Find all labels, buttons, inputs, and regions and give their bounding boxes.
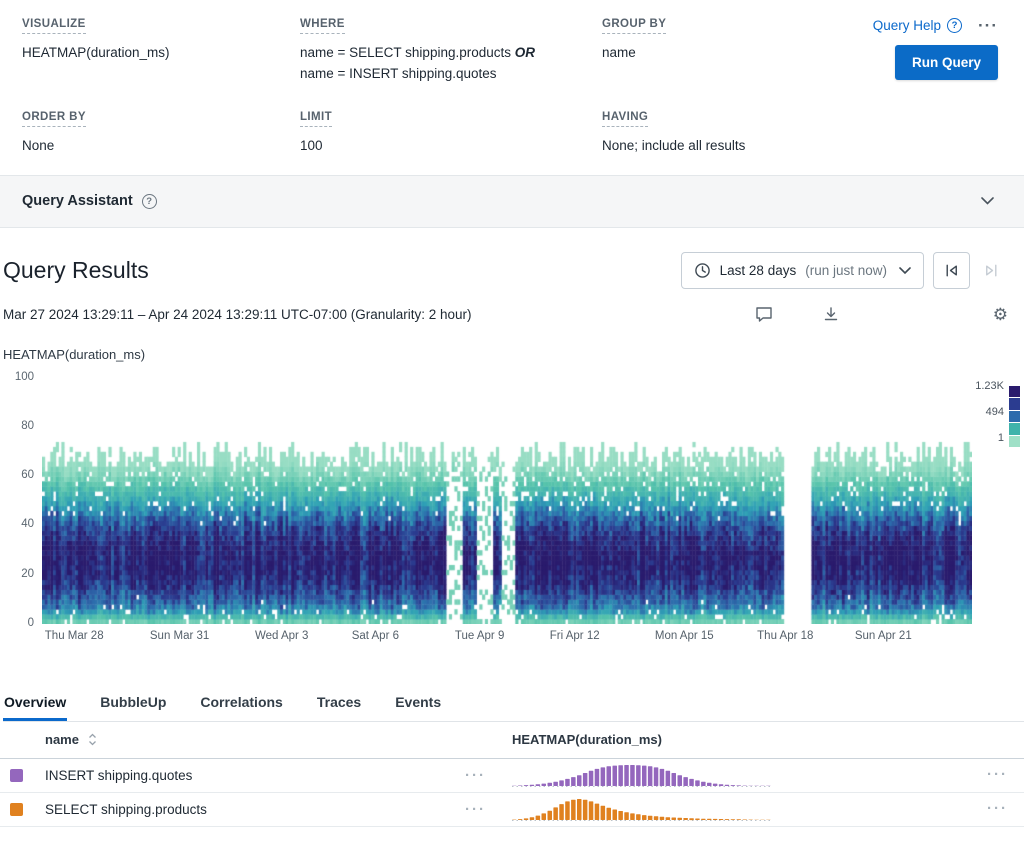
query-help-label: Query Help: [873, 18, 941, 33]
visualize-label: VISUALIZE: [22, 18, 300, 34]
where-operator: OR: [515, 45, 535, 60]
y-axis-label: 40: [0, 518, 34, 530]
row-menu-icon[interactable]: ···: [987, 800, 1008, 817]
having-value[interactable]: None; include all results: [602, 136, 860, 157]
row-name: INSERT shipping.quotes: [45, 768, 192, 783]
y-axis-label: 0: [0, 617, 34, 629]
heatmap-chart: 1.23K4941 100806040200: [0, 378, 1024, 624]
date-range-row: Mar 27 2024 13:29:11 – Apr 24 2024 13:29…: [3, 304, 1010, 325]
tab-bubbleup[interactable]: BubbleUp: [99, 694, 167, 721]
table-row[interactable]: INSERT shipping.quotes ··· ···: [0, 759, 1024, 793]
limit-value[interactable]: 100: [300, 136, 602, 157]
where-label: WHERE: [300, 18, 602, 34]
time-range-note: (run just now): [805, 263, 887, 278]
clause-limit[interactable]: LIMIT 100: [300, 111, 602, 157]
clause-visualize[interactable]: VISUALIZE HEATMAP(duration_ms): [22, 18, 300, 85]
legend-swatches: [1009, 380, 1020, 448]
where-line2: name = INSERT shipping.quotes: [300, 66, 497, 81]
clause-having[interactable]: HAVING None; include all results: [602, 111, 860, 157]
y-axis-label: 80: [0, 420, 34, 432]
chart-title: HEATMAP(duration_ms): [3, 347, 1024, 362]
run-query-button[interactable]: Run Query: [895, 45, 998, 80]
sort-icon[interactable]: [88, 733, 97, 746]
table-row[interactable]: SELECT shipping.products ··· ···: [0, 793, 1024, 827]
results-table: name HEATMAP(duration_ms) INSERT shippin…: [0, 722, 1024, 827]
x-axis-label: Sat Apr 6: [352, 630, 399, 642]
row-options-icon[interactable]: ···: [465, 801, 486, 818]
chevron-down-icon[interactable]: [981, 192, 994, 210]
limit-label: LIMIT: [300, 111, 602, 127]
x-axis-labels: Thu Mar 28 Sun Mar 31 Wed Apr 3 Sat Apr 6 Tu…: [42, 624, 972, 644]
more-options-icon[interactable]: ···: [978, 21, 998, 31]
clause-where[interactable]: WHERE name = SELECT shipping.products OR…: [300, 18, 602, 85]
chevron-down-icon: [899, 263, 911, 278]
tab-events[interactable]: Events: [394, 694, 442, 721]
x-axis-label: Thu Mar 28: [45, 630, 104, 642]
previous-query-icon: [942, 261, 961, 280]
x-axis-label: Sun Apr 21: [855, 630, 912, 642]
gear-icon: ⚙: [993, 306, 1008, 323]
help-icon: ?: [947, 18, 962, 33]
time-range-label: Last 28 days: [720, 263, 797, 278]
query-actions: Query Help ? ··· Run Query: [860, 18, 998, 85]
row-histogram: [512, 795, 812, 823]
next-query-icon: [982, 261, 1001, 280]
legend-labels: 1.23K4941: [975, 380, 1004, 444]
clock-icon: [694, 262, 711, 279]
y-axis-label: 100: [0, 371, 34, 383]
clause-group-by[interactable]: GROUP BY name: [602, 18, 860, 85]
group-by-value[interactable]: name: [602, 43, 860, 64]
page-title: Query Results: [3, 257, 681, 284]
assistant-help-icon: ?: [142, 194, 157, 209]
download-button[interactable]: [821, 304, 841, 324]
x-axis-label: Tue Apr 9: [455, 630, 504, 642]
order-by-label: ORDER BY: [22, 111, 300, 127]
download-icon: [823, 306, 839, 322]
series-swatch: [10, 803, 23, 816]
date-range-text: Mar 27 2024 13:29:11 – Apr 24 2024 13:29…: [3, 307, 472, 322]
tab-correlations[interactable]: Correlations: [199, 694, 283, 721]
having-label: HAVING: [602, 111, 860, 127]
tab-overview[interactable]: Overview: [3, 694, 67, 721]
previous-query-button[interactable]: [933, 252, 970, 289]
results-header: Query Results Last 28 days (run just now…: [3, 252, 1010, 289]
group-by-label: GROUP BY: [602, 18, 860, 34]
comment-button[interactable]: [753, 304, 775, 325]
row-menu-icon[interactable]: ···: [987, 766, 1008, 783]
x-axis-label: Fri Apr 12: [550, 630, 600, 642]
x-axis-label: Mon Apr 15: [655, 630, 714, 642]
table-header-row: name HEATMAP(duration_ms): [0, 722, 1024, 759]
x-axis-label: Sun Mar 31: [150, 630, 209, 642]
row-options-icon[interactable]: ···: [465, 767, 486, 784]
column-header-name[interactable]: name: [45, 732, 79, 747]
y-axis-label: 60: [0, 469, 34, 481]
comment-icon: [755, 306, 773, 323]
clause-order-by[interactable]: ORDER BY None: [22, 111, 300, 157]
x-axis-label: Wed Apr 3: [255, 630, 309, 642]
order-by-value[interactable]: None: [22, 136, 300, 157]
x-axis-label: Thu Apr 18: [757, 630, 813, 642]
heatmap-legend: 1.23K4941: [975, 380, 1020, 448]
where-value[interactable]: name = SELECT shipping.products OR name …: [300, 43, 602, 85]
query-assistant-bar[interactable]: Query Assistant ?: [0, 175, 1024, 228]
visualize-value[interactable]: HEATMAP(duration_ms): [22, 43, 300, 64]
time-range-dropdown[interactable]: Last 28 days (run just now): [681, 252, 924, 289]
series-swatch: [10, 769, 23, 782]
row-histogram: [512, 761, 812, 789]
query-assistant-title: Query Assistant: [22, 193, 133, 209]
heatmap-plot[interactable]: [42, 378, 972, 624]
row-name: SELECT shipping.products: [45, 802, 207, 817]
tab-traces[interactable]: Traces: [316, 694, 362, 721]
y-axis-label: 20: [0, 568, 34, 580]
column-header-heatmap: HEATMAP(duration_ms): [512, 732, 812, 747]
where-line1: name = SELECT shipping.products: [300, 45, 511, 60]
results-tabs: Overview BubbleUp Correlations Traces Ev…: [3, 694, 1024, 722]
query-builder: VISUALIZE HEATMAP(duration_ms) WHERE nam…: [0, 0, 1024, 175]
next-query-button: [973, 252, 1010, 289]
settings-button[interactable]: ⚙: [991, 304, 1010, 325]
query-help-link[interactable]: Query Help ?: [873, 18, 962, 33]
